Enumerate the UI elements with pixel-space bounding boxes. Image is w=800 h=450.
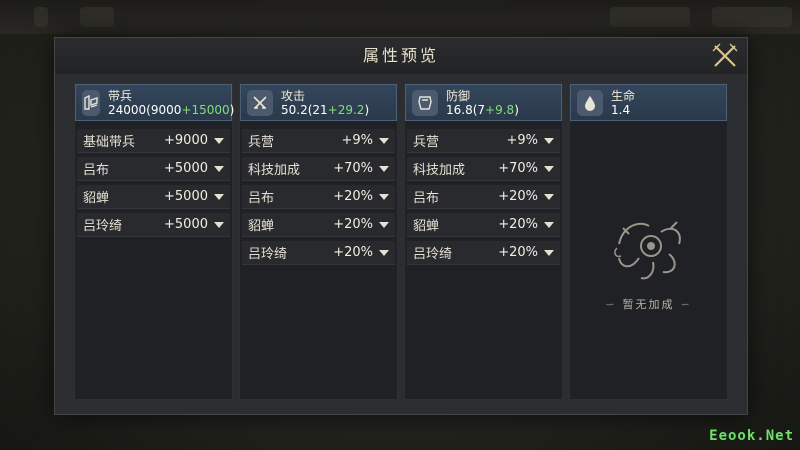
list-item[interactable]: 科技加成 +70%	[242, 157, 395, 181]
back-icon	[34, 7, 48, 27]
chevron-down-icon[interactable]	[379, 221, 389, 228]
list-item[interactable]: 兵营 +9%	[242, 129, 395, 153]
chevron-down-icon[interactable]	[214, 193, 224, 200]
top-resource	[610, 7, 690, 27]
close-button[interactable]	[711, 42, 739, 70]
attack-column: 攻击 50.2(21+29.2) 兵营 +9% 科技加成 +70% 吕布 +20% 貂…	[239, 83, 398, 400]
life-column: 生命 1.4 ∽ 暂无加成 ∽	[569, 83, 728, 400]
list-item[interactable]: 基础带兵 +9000	[77, 129, 230, 153]
empty-text: ∽ 暂无加成 ∽	[605, 298, 692, 311]
top-resource	[712, 7, 792, 27]
top-tab	[80, 7, 114, 27]
chevron-down-icon[interactable]	[379, 249, 389, 256]
stat-name: 带兵	[108, 88, 133, 103]
list-item[interactable]: 貂蝉 +20%	[407, 213, 560, 237]
stat-value: 1.4	[611, 102, 631, 117]
list-item[interactable]: 吕布 +20%	[242, 185, 395, 209]
stat-value: 16.8(7+9.8)	[446, 102, 519, 117]
list-item[interactable]: 吕布 +5000	[77, 157, 230, 181]
list-item[interactable]: 吕玲绮 +20%	[242, 241, 395, 265]
chevron-down-icon[interactable]	[214, 165, 224, 172]
list-item[interactable]: 貂蝉 +5000	[77, 185, 230, 209]
list-item[interactable]: 科技加成 +70%	[407, 157, 560, 181]
troops-column: 带兵 24000(9000+15000) 基础带兵 +9000 吕布 +5000 貂…	[74, 83, 235, 400]
dragon-icon	[613, 221, 681, 280]
defense-column: 防御 16.8(7+9.8) 兵营 +9% 科技加成 +70% 吕布 +20% 貂蝉 +…	[404, 83, 563, 400]
troops-icon	[82, 89, 100, 116]
stat-name: 防御	[446, 88, 471, 103]
chevron-down-icon[interactable]	[379, 137, 389, 144]
list-item[interactable]: 吕布 +20%	[407, 185, 560, 209]
list-item[interactable]: 吕玲绮 +5000	[77, 213, 230, 237]
chevron-down-icon[interactable]	[214, 137, 224, 144]
stat-name: 生命	[611, 88, 636, 103]
stat-name: 攻击	[281, 88, 306, 103]
troops-rows: 基础带兵 +9000 吕布 +5000 貂蝉 +5000 吕玲绮 +5000	[75, 121, 232, 237]
chevron-down-icon[interactable]	[544, 137, 554, 144]
list-item[interactable]: 貂蝉 +20%	[242, 213, 395, 237]
troops-header: 带兵 24000(9000+15000)	[75, 84, 235, 121]
attribute-preview-panel: 属性预览 带兵 24000(9000+15000) 基础带兵 +9000 吕布 +5…	[54, 37, 748, 415]
close-icon	[712, 43, 738, 67]
defense-header: 防御 16.8(7+9.8)	[405, 84, 562, 121]
empty-state: ∽ 暂无加成 ∽	[570, 214, 727, 312]
stat-value: 24000(9000+15000)	[108, 102, 235, 117]
list-item[interactable]: 兵营 +9%	[407, 129, 560, 153]
chevron-down-icon[interactable]	[544, 193, 554, 200]
chevron-down-icon[interactable]	[379, 165, 389, 172]
attack-header: 攻击 50.2(21+29.2)	[240, 84, 397, 121]
watermark: Eeook.Net	[709, 428, 794, 444]
panel-title: 属性预览	[55, 38, 747, 74]
chevron-down-icon[interactable]	[544, 249, 554, 256]
chevron-down-icon[interactable]	[214, 221, 224, 228]
list-item[interactable]: 吕玲绮 +20%	[407, 241, 560, 265]
swords-icon	[247, 89, 273, 116]
life-header: 生命 1.4	[570, 84, 727, 121]
defense-rows: 兵营 +9% 科技加成 +70% 吕布 +20% 貂蝉 +20% 吕玲绮 +20%	[405, 121, 562, 265]
attack-rows: 兵营 +9% 科技加成 +70% 吕布 +20% 貂蝉 +20% 吕玲绮 +20%	[240, 121, 397, 265]
top-bar-background	[0, 0, 800, 34]
chevron-down-icon[interactable]	[544, 221, 554, 228]
drop-icon	[577, 89, 603, 116]
chevron-down-icon[interactable]	[379, 193, 389, 200]
stat-value: 50.2(21+29.2)	[281, 102, 370, 117]
armor-icon	[412, 89, 438, 116]
chevron-down-icon[interactable]	[544, 165, 554, 172]
